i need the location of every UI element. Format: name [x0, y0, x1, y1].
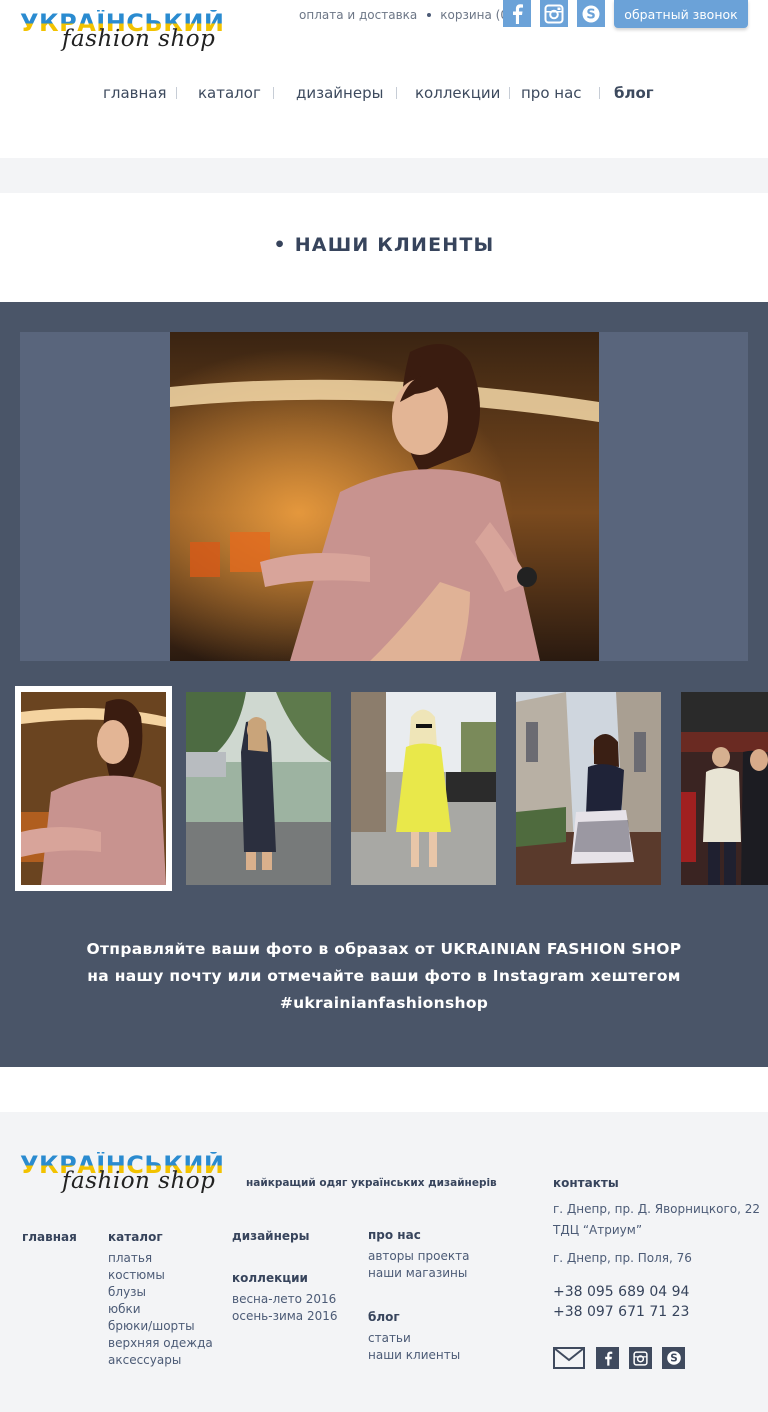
main-nav: главная каталог дизайнеры коллекции про … [0, 84, 768, 106]
nav-item-about[interactable]: про нас [521, 84, 582, 102]
thumbnail-5[interactable] [681, 692, 768, 885]
instagram-icon[interactable] [629, 1347, 652, 1369]
thumbnail-2[interactable] [186, 692, 331, 885]
caption-line-1: Отправляйте ваши фото в образах от UKRAI… [86, 940, 682, 958]
thumbnail-1[interactable] [21, 692, 166, 885]
nav-item-home[interactable]: главная [103, 84, 167, 102]
thumbnail-4[interactable] [516, 692, 661, 885]
nav-separator [599, 87, 600, 99]
header-divider-band [0, 158, 768, 193]
footer-link-dresses[interactable]: платья [108, 1250, 213, 1267]
site-header: УКРАЇНСЬКИЙ fashion shop оплата и достав… [0, 0, 768, 158]
footer-link-stores[interactable]: наши магазины [368, 1265, 469, 1282]
caption-line-2: на нашу почту или отмечайте ваши фото в … [87, 967, 681, 985]
svg-text:S: S [670, 1353, 677, 1365]
footer-col-designers: дизайнеры [232, 1229, 309, 1243]
nav-separator [396, 87, 397, 99]
delivery-link[interactable]: оплата и доставка [299, 8, 417, 22]
footer-link-home[interactable]: главная [22, 1230, 77, 1244]
skype-icon[interactable]: S [662, 1347, 685, 1369]
phone-link-1[interactable]: +38 095 689 04 94 [553, 1282, 763, 1302]
footer-logo[interactable]: УКРАЇНСЬКИЙ fashion shop [20, 1152, 224, 1200]
footer-col-collections: коллекции весна-лето 2016 осень-зима 201… [232, 1271, 338, 1325]
footer-link-blog[interactable]: блог [368, 1310, 460, 1324]
instagram-icon[interactable] [540, 0, 568, 27]
footer-link-collections[interactable]: коллекции [232, 1271, 338, 1285]
phone-list: +38 095 689 04 94 +38 097 671 71 23 [553, 1282, 763, 1322]
footer-link-designers[interactable]: дизайнеры [232, 1229, 309, 1243]
footer-link-autumn-winter[interactable]: осень-зима 2016 [232, 1308, 338, 1325]
nav-separator [273, 87, 274, 99]
nav-item-collections[interactable]: коллекции [415, 84, 500, 102]
logo-wordmark-fashion-shop: fashion shop [62, 26, 216, 52]
top-links: оплата и доставка корзина (0) [299, 8, 513, 22]
footer-link-suits[interactable]: костюмы [108, 1267, 213, 1284]
facebook-icon[interactable] [596, 1347, 619, 1369]
nav-item-catalog[interactable]: каталог [198, 84, 261, 102]
address-1-line-2: ТДЦ “Атриум” [553, 1223, 643, 1237]
address-1-line-1: г. Днепр, пр. Д. Яворницкого, 22 [553, 1202, 761, 1216]
nav-separator [176, 87, 177, 99]
footer-col-home: главная [22, 1230, 77, 1244]
footer-col-blog: блог статьи наши клиенты [368, 1310, 460, 1364]
address-2: г. Днепр, пр. Поля, 76 [553, 1251, 692, 1265]
footer-contacts: контакты г. Днепр, пр. Д. Яворницкого, 2… [553, 1176, 763, 1322]
clients-gallery: Отправляйте ваши фото в образах от UKRAI… [0, 302, 768, 1067]
footer-tagline: найкращий одяг українських дизайнерів [246, 1177, 497, 1189]
footer-link-blouses[interactable]: блузы [108, 1284, 213, 1301]
page-title: • НАШИ КЛИЕНТЫ [273, 234, 495, 256]
footer-link-authors[interactable]: авторы проекта [368, 1248, 469, 1265]
nav-item-designers[interactable]: дизайнеры [296, 84, 383, 102]
main-photo[interactable] [170, 332, 599, 661]
mail-icon[interactable] [553, 1347, 585, 1369]
cart-link[interactable]: корзина (0) [440, 8, 512, 22]
contacts-title: контакты [553, 1176, 619, 1190]
main-photo-stage [20, 332, 748, 661]
callback-button[interactable]: обратный звонок [614, 0, 748, 28]
skype-icon[interactable]: S [577, 0, 605, 27]
thumbnail-3[interactable] [351, 692, 496, 885]
footer-link-spring-summer[interactable]: весна-лето 2016 [232, 1291, 338, 1308]
facebook-icon[interactable] [503, 0, 531, 27]
footer-link-trousers[interactable]: брюки/шорты [108, 1318, 213, 1335]
header-social-icons: S [503, 0, 605, 27]
thumbnail-selected-frame [15, 686, 172, 891]
footer-link-catalog[interactable]: каталог [108, 1230, 213, 1244]
footer-social-icons: S [553, 1347, 685, 1369]
footer-link-about[interactable]: про нас [368, 1228, 469, 1242]
footer-link-our-clients[interactable]: наши клиенты [368, 1347, 460, 1364]
site-footer: УКРАЇНСЬКИЙ fashion shop найкращий одяг … [0, 1112, 768, 1412]
phone-link-2[interactable]: +38 097 671 71 23 [553, 1302, 763, 1322]
footer-col-about: про нас авторы проекта наши магазины [368, 1228, 469, 1282]
nav-item-blog[interactable]: блог [614, 84, 654, 102]
footer-link-articles[interactable]: статьи [368, 1330, 460, 1347]
footer-link-skirts[interactable]: юбки [108, 1301, 213, 1318]
caption-hashtag: #ukrainianfashionshop [279, 994, 489, 1012]
footer-link-outerwear[interactable]: верхняя одежда [108, 1335, 213, 1352]
logo-wordmark-fashion-shop: fashion shop [62, 1168, 216, 1194]
separator-dot [427, 13, 432, 17]
gallery-caption: Отправляйте ваши фото в образах от UKRAI… [0, 936, 768, 1017]
svg-text:S: S [586, 7, 595, 22]
site-logo[interactable]: УКРАЇНСЬКИЙ fashion shop [20, 10, 224, 58]
nav-separator [509, 87, 510, 99]
footer-col-catalog: каталог платья костюмы блузы юбки брюки/… [108, 1230, 213, 1369]
footer-link-accessories[interactable]: аксессуары [108, 1352, 213, 1369]
